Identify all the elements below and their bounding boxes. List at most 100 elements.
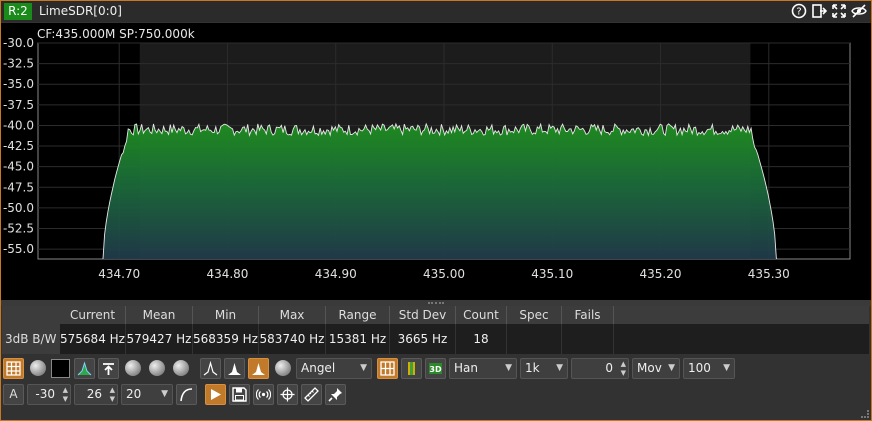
table-cell bbox=[507, 324, 562, 354]
svg-text:?: ? bbox=[796, 7, 801, 18]
column-header[interactable]: Spec bbox=[507, 306, 562, 324]
device-badge[interactable]: R:2 bbox=[4, 3, 32, 20]
table-cell bbox=[562, 324, 614, 354]
column-header[interactable]: Max bbox=[259, 306, 326, 324]
fill-toggle-button[interactable] bbox=[74, 357, 95, 379]
max-hold-button[interactable] bbox=[98, 357, 119, 379]
y-tick-label: -42.5 bbox=[3, 139, 34, 153]
chevron-down-icon: ▼ bbox=[505, 362, 512, 373]
auto-scale-button[interactable]: A bbox=[3, 383, 24, 405]
chevron-down-icon: ▼ bbox=[668, 362, 675, 373]
broadcast-button[interactable] bbox=[253, 383, 274, 405]
chevron-down-icon: ▼ bbox=[161, 388, 168, 399]
auto-scale-label: A bbox=[9, 386, 18, 401]
fft-size-value: 1k bbox=[525, 360, 540, 375]
column-header[interactable]: Count bbox=[456, 306, 507, 324]
decay-knob[interactable] bbox=[125, 360, 141, 376]
3d-icon: 3D bbox=[429, 362, 442, 374]
spin-down-icon[interactable]: ▼ bbox=[110, 395, 115, 403]
y-tick-label: -45.0 bbox=[3, 160, 34, 174]
help-icon[interactable]: ? bbox=[790, 3, 807, 20]
resize-grip[interactable] bbox=[861, 410, 869, 418]
range-spinbox[interactable]: 26 ▲ ▼ bbox=[74, 383, 118, 405]
window-title: LimeSDR[0:0] bbox=[39, 4, 122, 18]
pin-icon bbox=[328, 387, 342, 402]
trace-color-swatch[interactable] bbox=[51, 358, 70, 378]
column-header[interactable]: Range bbox=[326, 306, 390, 324]
spin-down-icon[interactable]: ▼ bbox=[621, 369, 626, 377]
fft-window-value: Han bbox=[454, 360, 478, 375]
curve-icon bbox=[180, 387, 193, 401]
detach-icon[interactable] bbox=[810, 3, 827, 20]
table-cell: 579427 Hz bbox=[126, 324, 193, 354]
chevron-down-icon: ▼ bbox=[723, 362, 730, 373]
table-cell: 18 bbox=[456, 324, 507, 354]
y-tick-label: -32.5 bbox=[3, 57, 34, 71]
histogram-toggle-button[interactable] bbox=[224, 357, 245, 379]
linear-log-button[interactable] bbox=[176, 383, 197, 405]
column-header[interactable]: Min bbox=[193, 306, 259, 324]
decay-divisor-knob[interactable] bbox=[149, 360, 165, 376]
column-header[interactable]: Current bbox=[60, 306, 126, 324]
table-header: Current Mean Min Max Range Std Dev Count Spec Fa… bbox=[2, 306, 869, 324]
play-button[interactable] bbox=[205, 383, 226, 405]
peak-outline-icon bbox=[203, 360, 218, 375]
crosshair-button[interactable] bbox=[277, 383, 298, 405]
column-header[interactable]: Std Dev bbox=[390, 306, 456, 324]
grid-toggle-button[interactable] bbox=[3, 357, 24, 379]
y-scale-select[interactable]: 20 ▼ bbox=[121, 383, 173, 405]
chevron-down-icon: ▼ bbox=[556, 362, 563, 373]
maximize-icon[interactable] bbox=[830, 3, 847, 20]
controls-row-1: Angel ▼ 3D Han ▼ 1k ▼ 0 ▲ ▼ Mov ▼ 100 ▼ bbox=[3, 357, 738, 379]
stroke-knob[interactable] bbox=[173, 360, 189, 376]
spectrum-display[interactable]: -30.0 -32.5 -35.0 -37.5 -40.0 -42.5 -45.0 -47.5… bbox=[1, 23, 871, 300]
column-header[interactable]: Fails bbox=[562, 306, 614, 324]
crosshair-icon bbox=[280, 387, 295, 401]
table-cell: 568359 Hz bbox=[193, 324, 259, 354]
color-scale-icon bbox=[408, 361, 415, 375]
histogram-grid-button[interactable] bbox=[377, 357, 398, 379]
table-cell: 15381 Hz bbox=[326, 324, 390, 354]
y-tick-label: -30.0 bbox=[3, 36, 34, 50]
waterfall-share-knob[interactable] bbox=[275, 360, 291, 376]
save-button[interactable] bbox=[229, 383, 250, 405]
svg-text:3D: 3D bbox=[429, 365, 442, 374]
palette-value: Angel bbox=[301, 360, 336, 375]
spin-down-icon[interactable]: ▼ bbox=[63, 395, 68, 403]
averaging-value: 100 bbox=[688, 360, 711, 375]
ref-level-value: -30 bbox=[35, 386, 55, 401]
grid-icon bbox=[6, 360, 21, 376]
x-tick-label: 434.70 bbox=[98, 267, 140, 281]
y-tick-label: -47.5 bbox=[3, 180, 34, 194]
3d-view-button[interactable]: 3D bbox=[425, 357, 446, 379]
grid-intensity-knob[interactable] bbox=[30, 360, 46, 376]
spectrum-toggle-button[interactable] bbox=[248, 357, 269, 379]
y-tick-label: -55.0 bbox=[3, 242, 34, 256]
ref-level-spinbox[interactable]: -30 ▲ ▼ bbox=[27, 383, 71, 405]
y-tick-label: -40.0 bbox=[3, 118, 34, 132]
marker-button[interactable] bbox=[325, 383, 346, 405]
spin-up-icon[interactable]: ▲ bbox=[63, 386, 68, 394]
fft-window-select[interactable]: Han ▼ bbox=[449, 357, 517, 379]
row-label: 3dB B/W bbox=[2, 324, 60, 354]
color-scale-button[interactable] bbox=[401, 357, 422, 379]
column-header[interactable]: Mean bbox=[126, 306, 193, 324]
averaging-mode-select[interactable]: Mov ▼ bbox=[632, 357, 680, 379]
waterfall-toggle-button[interactable] bbox=[200, 357, 221, 379]
fft-overlap-spinbox[interactable]: 0 ▲ ▼ bbox=[571, 357, 629, 379]
spin-up-icon[interactable]: ▲ bbox=[621, 360, 626, 368]
measure-button[interactable] bbox=[301, 383, 322, 405]
spectrum-fill-icon bbox=[77, 360, 92, 375]
max-hold-icon bbox=[103, 362, 114, 375]
x-tick-label: 434.80 bbox=[206, 267, 248, 281]
title-bar: R:2 LimeSDR[0:0] ? bbox=[1, 1, 871, 22]
peak-spectrum-icon bbox=[252, 362, 265, 375]
fft-size-select[interactable]: 1k ▼ bbox=[520, 357, 568, 379]
hide-icon[interactable] bbox=[850, 3, 867, 20]
averaging-value-select[interactable]: 100 ▼ bbox=[683, 357, 735, 379]
spin-up-icon[interactable]: ▲ bbox=[110, 386, 115, 394]
table-cell: 3665 Hz bbox=[390, 324, 456, 354]
grid-histogram-icon bbox=[380, 360, 395, 376]
palette-select[interactable]: Angel ▼ bbox=[296, 357, 372, 379]
x-tick-label: 435.20 bbox=[640, 267, 682, 281]
